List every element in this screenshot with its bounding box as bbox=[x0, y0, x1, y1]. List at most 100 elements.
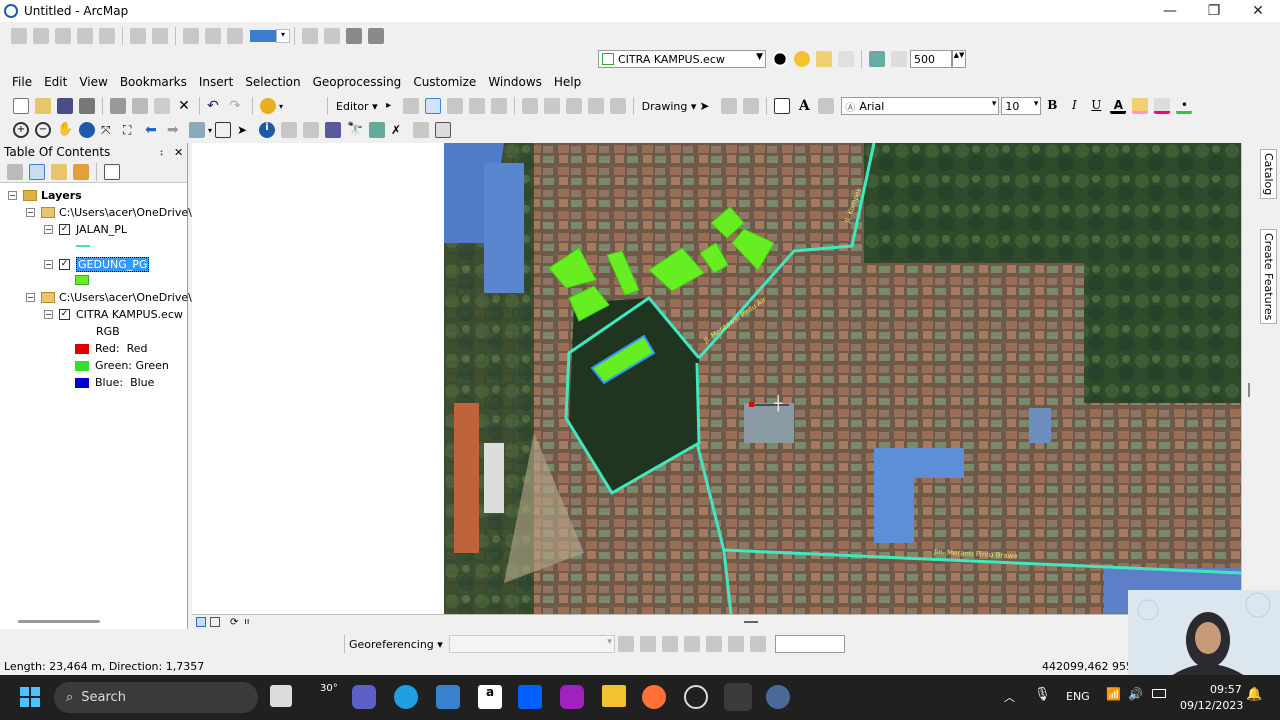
layer-combo[interactable]: CITRA KAMPUS.ecw ▼ bbox=[598, 50, 766, 68]
catalog-tab[interactable]: Catalog bbox=[1260, 149, 1277, 200]
collapse-icon[interactable]: − bbox=[44, 225, 53, 234]
language-indicator[interactable]: ENG bbox=[1066, 690, 1090, 703]
list-by-drawing-order-icon[interactable] bbox=[7, 163, 23, 180]
tool-icon[interactable] bbox=[130, 28, 146, 44]
collapse-icon[interactable]: − bbox=[26, 208, 35, 217]
select-features-icon[interactable] bbox=[189, 122, 205, 138]
list-by-selection-icon[interactable] bbox=[73, 163, 89, 180]
pan-icon[interactable]: ✋ bbox=[57, 122, 73, 138]
map-scroll[interactable] bbox=[744, 621, 758, 623]
trace-icon[interactable] bbox=[446, 98, 463, 114]
marker-color-icon[interactable]: • bbox=[1176, 98, 1193, 114]
menu-customize[interactable]: Customize bbox=[413, 75, 476, 89]
hyperlink-icon[interactable] bbox=[281, 122, 298, 138]
pause-icon[interactable]: ıı bbox=[244, 617, 249, 627]
chevron-down-icon[interactable]: ▾ bbox=[276, 29, 290, 43]
rectangle-icon[interactable] bbox=[774, 98, 791, 114]
new-icon[interactable] bbox=[13, 98, 29, 114]
tool-icon[interactable] bbox=[99, 28, 115, 44]
auto-register-icon[interactable] bbox=[683, 636, 700, 652]
tool-icon[interactable] bbox=[183, 28, 199, 44]
menu-view[interactable]: View bbox=[79, 75, 107, 89]
back-icon[interactable]: ⬅ bbox=[145, 122, 161, 138]
rotate-icon[interactable] bbox=[617, 636, 634, 652]
find-icon[interactable]: 🔭 bbox=[347, 122, 363, 138]
teams-icon[interactable] bbox=[352, 685, 376, 709]
measure-icon[interactable] bbox=[325, 122, 342, 138]
font-combo[interactable]: Ⓐ Arial ▾ bbox=[841, 97, 1000, 115]
callout-icon[interactable] bbox=[818, 98, 835, 114]
amazon-icon[interactable]: a bbox=[478, 685, 502, 709]
tool-icon[interactable] bbox=[324, 28, 340, 44]
underline-button[interactable]: U bbox=[1088, 98, 1104, 114]
rotate-icon[interactable] bbox=[565, 98, 582, 114]
tool-icon[interactable] bbox=[55, 28, 71, 44]
menu-help[interactable]: Help bbox=[554, 75, 581, 89]
fill-color-icon[interactable] bbox=[1132, 98, 1149, 114]
tool-icon[interactable] bbox=[77, 28, 93, 44]
visibility-checkbox[interactable]: ✓ bbox=[59, 224, 70, 235]
dock-scroll[interactable] bbox=[1248, 383, 1250, 397]
text-icon[interactable]: A bbox=[796, 98, 812, 114]
menu-bookmarks[interactable]: Bookmarks bbox=[120, 75, 187, 89]
brightness-icon[interactable] bbox=[794, 51, 810, 67]
bold-button[interactable]: B bbox=[1044, 98, 1060, 114]
tool-icon[interactable] bbox=[346, 28, 362, 44]
spin-icon[interactable]: ▲▼ bbox=[952, 50, 966, 68]
obs-icon[interactable] bbox=[684, 685, 708, 709]
zoom-whole-page-icon[interactable] bbox=[743, 98, 760, 114]
split-icon[interactable] bbox=[543, 98, 560, 114]
time-slider-icon[interactable] bbox=[413, 122, 430, 138]
straight-segment-icon[interactable] bbox=[424, 98, 441, 114]
reshape-icon[interactable] bbox=[490, 98, 507, 114]
map-view[interactable]: ┼ Jl. Mentawai Pintu Air Jl. Kompek Jln.… bbox=[444, 143, 1241, 614]
menu-insert[interactable]: Insert bbox=[199, 75, 233, 89]
fixed-zoom-out-icon[interactable]: ⛶ bbox=[123, 122, 139, 138]
clock-time[interactable]: 09:57 bbox=[1210, 683, 1242, 696]
color-swatch[interactable] bbox=[250, 30, 276, 42]
group-1[interactable]: − C:\Users\acer\OneDrive\S bbox=[26, 206, 199, 219]
menu-selection[interactable]: Selection bbox=[245, 75, 300, 89]
menu-geoprocessing[interactable]: Geoprocessing bbox=[313, 75, 402, 89]
close-button[interactable]: ✕ bbox=[1236, 0, 1280, 22]
georeferencing-menu[interactable]: Georeferencing ▾ bbox=[349, 638, 443, 651]
file-explorer-icon[interactable] bbox=[602, 685, 626, 707]
layer-citra[interactable]: − ✓ CITRA KAMPUS.ecw bbox=[44, 308, 183, 321]
redo-icon[interactable]: ↷ bbox=[229, 98, 245, 114]
tool-icon[interactable] bbox=[227, 28, 243, 44]
volume-icon[interactable]: 🔊 bbox=[1128, 687, 1143, 701]
font-color-icon[interactable]: A bbox=[1110, 98, 1127, 114]
viewer-window-icon[interactable] bbox=[435, 122, 452, 138]
list-by-source-icon[interactable] bbox=[29, 163, 45, 180]
html-popup-icon[interactable] bbox=[303, 122, 320, 138]
tool-icon[interactable] bbox=[11, 28, 27, 44]
data-view-icon[interactable] bbox=[196, 617, 206, 627]
save-icon[interactable] bbox=[57, 98, 73, 114]
cut-polygon-icon[interactable] bbox=[521, 98, 538, 114]
store-icon[interactable] bbox=[436, 685, 460, 709]
search-box[interactable]: ⌕ Search bbox=[54, 682, 258, 713]
forward-icon[interactable]: ➡ bbox=[167, 122, 183, 138]
menu-edit[interactable]: Edit bbox=[44, 75, 67, 89]
layer-gedung[interactable]: − ✓ GEDUNG_PG bbox=[44, 257, 150, 272]
fixed-zoom-in-icon[interactable]: ⤧ bbox=[101, 122, 117, 138]
wps-icon[interactable] bbox=[560, 685, 584, 709]
layer-jalan[interactable]: − ✓ JALAN_PL bbox=[44, 223, 127, 236]
print-icon[interactable] bbox=[79, 98, 95, 114]
layers-root[interactable]: − Layers bbox=[8, 189, 82, 202]
map-blank-area[interactable] bbox=[192, 143, 444, 614]
transparency-icon[interactable] bbox=[816, 51, 832, 67]
rotate-tool-icon[interactable] bbox=[749, 636, 766, 652]
task-view-icon[interactable] bbox=[270, 685, 292, 707]
add-control-points-icon[interactable] bbox=[661, 636, 678, 652]
firefox-icon[interactable] bbox=[642, 685, 666, 709]
chevron-up-icon[interactable]: ︿ bbox=[1004, 689, 1015, 705]
cut-icon[interactable] bbox=[110, 98, 126, 114]
tool-icon[interactable] bbox=[368, 28, 384, 44]
select-elements-icon[interactable]: ➤ bbox=[699, 98, 715, 114]
tool-icon[interactable] bbox=[33, 28, 49, 44]
clock-date[interactable]: 09/12/2023 bbox=[1180, 699, 1243, 712]
find-route-icon[interactable] bbox=[369, 122, 386, 138]
microphone-icon[interactable]: 🎙 bbox=[1034, 687, 1051, 702]
menu-windows[interactable]: Windows bbox=[488, 75, 542, 89]
